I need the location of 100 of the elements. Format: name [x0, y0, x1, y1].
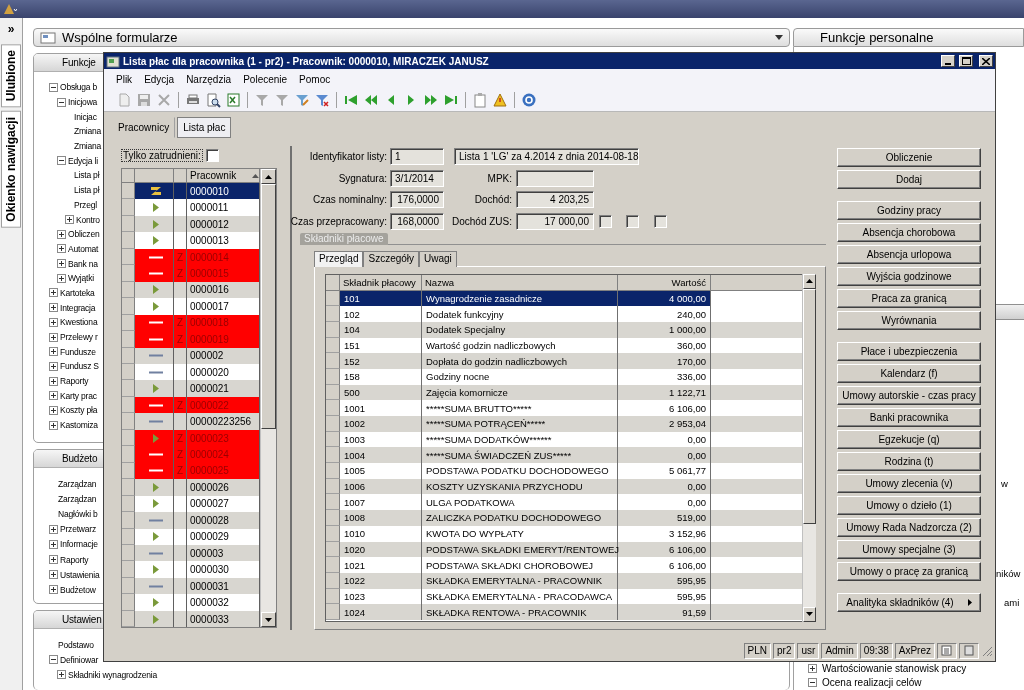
mpk-field[interactable] [516, 169, 594, 187]
expand-icon[interactable] [49, 405, 58, 415]
table-row[interactable]: 0000013 [122, 232, 260, 249]
table-row[interactable]: 0000011 [122, 199, 260, 216]
row-header[interactable] [326, 353, 340, 369]
row-header[interactable] [122, 265, 135, 282]
tree-item[interactable]: Fundusze [60, 346, 96, 357]
prev-page-icon[interactable] [363, 92, 379, 108]
next-page-icon[interactable] [423, 92, 439, 108]
menu-item[interactable]: Edycja [138, 73, 181, 85]
row-header[interactable] [122, 594, 135, 611]
funnel-clear-icon[interactable] [314, 92, 330, 108]
table-row[interactable]: 0000028 [122, 512, 260, 529]
row-header[interactable] [122, 232, 135, 249]
funnel-pencil-icon[interactable] [294, 92, 310, 108]
funnel-icon[interactable] [254, 92, 270, 108]
row-header[interactable] [122, 512, 135, 529]
tree-item[interactable]: Budżetow [60, 584, 96, 595]
side-tab[interactable]: Okienko nawigacji [1, 111, 21, 229]
menu-item[interactable]: Plik [110, 73, 139, 85]
close-button[interactable] [979, 55, 993, 67]
expand-icon[interactable] [49, 555, 58, 565]
column-header[interactable]: Wartość [618, 274, 711, 291]
tree-item[interactable]: Automat [68, 243, 99, 254]
action-button[interactable]: Dodaj [837, 170, 981, 189]
expand-icon[interactable] [49, 420, 58, 430]
table-row[interactable]: 1002 *****SUMA POTRĄCEŃ***** 2 953,04 [326, 416, 802, 432]
tree-item[interactable]: Przelewy r [60, 332, 98, 343]
column-header[interactable] [326, 274, 340, 291]
tree-item[interactable]: Lista pł [74, 170, 100, 181]
tree-item[interactable]: Kartoteka [60, 287, 95, 298]
table-row[interactable]: 0000021 [122, 380, 260, 397]
table-row[interactable]: 0000032 [122, 594, 260, 611]
scroll-down-button[interactable] [803, 606, 816, 622]
expand-icon[interactable] [49, 539, 58, 549]
table-row[interactable]: 0000010 [122, 183, 260, 200]
nominal-time-field[interactable]: 176,0000 [390, 191, 444, 208]
table-row[interactable]: 0000026 [122, 479, 260, 496]
column-header[interactable]: Pracownik [187, 169, 260, 183]
table-row[interactable]: 1024 SKŁADKA RENTOWA - PRACOWNIK 91,59 [326, 604, 802, 620]
minimize-button[interactable] [941, 55, 955, 67]
row-header[interactable] [326, 447, 340, 464]
expand-icon[interactable] [65, 215, 74, 225]
menu-item[interactable]: Narzędzia [180, 73, 238, 85]
row-header[interactable] [122, 479, 135, 496]
tree-item[interactable]: Przegl [74, 199, 97, 210]
page-icon[interactable] [116, 92, 132, 108]
row-header[interactable] [122, 561, 135, 578]
tab[interactable]: Lista płac [177, 117, 232, 138]
collapse-icon[interactable] [49, 655, 58, 664]
worked-time-field[interactable]: 168,0000 [390, 212, 444, 230]
row-header[interactable] [122, 413, 135, 430]
row-header[interactable] [326, 416, 340, 432]
tree-item[interactable]: Zarządzan [58, 493, 97, 504]
app-icon[interactable] [3, 3, 17, 15]
tree-item[interactable]: Raporty [60, 554, 89, 565]
table-row[interactable]: 00000223256 [122, 413, 260, 430]
tree-item[interactable]: Karty prac [60, 390, 97, 401]
expand-icon[interactable] [57, 259, 66, 269]
tree-item[interactable]: Obliczen [68, 229, 100, 240]
action-button[interactable]: Wyjścia godzinowe [837, 267, 981, 286]
tree-item[interactable]: Integracja [60, 302, 96, 313]
preview-icon[interactable] [205, 92, 221, 108]
tab[interactable]: Szczegóły [363, 250, 420, 267]
tree-item[interactable]: Lista pł [74, 185, 100, 196]
tree-item[interactable]: Koszty pła [60, 405, 98, 416]
checkbox[interactable] [654, 214, 667, 228]
expand-icon[interactable] [49, 524, 58, 534]
scroll-thumb[interactable] [803, 288, 816, 524]
expand-icon[interactable] [49, 376, 58, 386]
collapse-icon[interactable] [49, 82, 58, 92]
expand-icon[interactable] [49, 303, 58, 313]
delete-icon[interactable] [156, 92, 172, 108]
signature-field[interactable]: 3/1/2014 [390, 169, 444, 187]
tree-item[interactable]: Obsługa b [60, 82, 97, 93]
status-button[interactable] [937, 642, 957, 659]
tab[interactable]: Przegląd [314, 250, 364, 267]
table-row[interactable]: 0000017 [122, 298, 260, 315]
tree-item[interactable]: Bank na [68, 258, 98, 269]
clipboard-icon[interactable] [472, 92, 488, 108]
column-header[interactable] [135, 169, 174, 183]
action-button[interactable]: Umowy o pracę za granicą [837, 562, 981, 581]
action-button[interactable]: Kalendarz (f) [837, 364, 981, 383]
help-icon[interactable] [521, 92, 537, 108]
list-id-field[interactable]: 1 [390, 148, 444, 165]
tree-item[interactable]: Podstawo [58, 639, 94, 650]
row-header[interactable] [326, 557, 340, 573]
resize-grip-icon[interactable] [981, 644, 993, 657]
tree-item[interactable]: Składniki wynagrodzenia [68, 669, 157, 680]
income-field[interactable]: 4 203,25 [516, 191, 594, 208]
tree-item[interactable]: ników [996, 568, 1021, 582]
row-header[interactable] [122, 199, 135, 216]
tree-item[interactable]: Zmiana [74, 126, 102, 137]
column-header[interactable] [174, 169, 187, 183]
tree-item[interactable]: Definiowar [60, 654, 99, 665]
checkbox[interactable] [599, 214, 612, 228]
side-tab[interactable]: Ulubione [1, 44, 21, 108]
table-row[interactable]: 152 Dopłata do godzin nadliczbowych 170,00 [326, 353, 802, 369]
expand-icon[interactable] [808, 663, 817, 673]
tree-item[interactable]: w [1001, 478, 1008, 492]
